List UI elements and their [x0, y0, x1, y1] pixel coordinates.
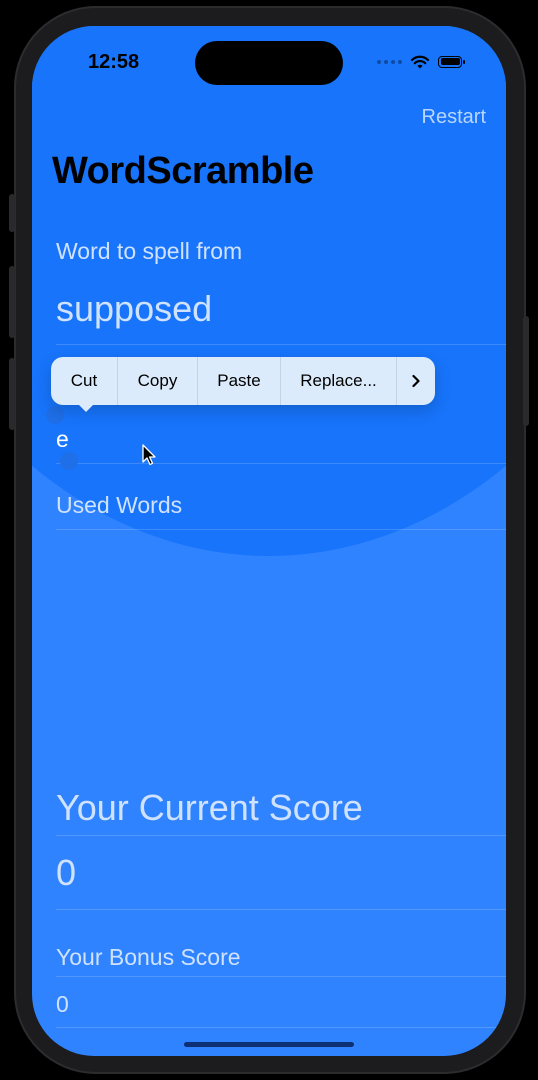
used-words-label: Used Words [56, 492, 183, 518]
divider [56, 835, 506, 836]
power-button [523, 316, 529, 426]
bonus-score-value: 0 [56, 991, 69, 1017]
current-score-value: 0 [56, 852, 77, 893]
home-indicator[interactable] [184, 1042, 354, 1047]
divider [56, 1027, 506, 1028]
more-menu-button[interactable] [397, 357, 435, 405]
volume-up-button [9, 266, 15, 338]
divider [56, 463, 506, 464]
mouse-pointer-icon [142, 444, 156, 466]
paste-menu-item[interactable]: Paste [198, 357, 281, 405]
cut-menu-item[interactable]: Cut [51, 357, 118, 405]
divider [56, 344, 506, 345]
selection-handle-end[interactable] [60, 452, 78, 470]
edit-menu-pointer [78, 404, 94, 412]
word-input-field[interactable]: e [56, 426, 69, 453]
battery-icon [438, 55, 465, 68]
bonus-score-label: Your Bonus Score [56, 944, 241, 970]
root-word-label: Word to spell from [56, 238, 243, 264]
edit-menu: Cut Copy Paste Replace... [51, 357, 435, 405]
dynamic-island [195, 41, 343, 85]
status-icons [377, 54, 465, 69]
replace-menu-item[interactable]: Replace... [281, 357, 397, 405]
selection-handle-start[interactable] [46, 406, 64, 424]
current-score-label: Your Current Score [56, 787, 363, 828]
wifi-icon [410, 55, 430, 69]
divider [56, 529, 506, 530]
volume-down-button [9, 358, 15, 430]
copy-menu-item[interactable]: Copy [118, 357, 198, 405]
screen: 12:58 Restart WordScramble Word to spell… [32, 26, 506, 1056]
page-title: WordScramble [52, 150, 314, 192]
action-button [9, 194, 15, 232]
divider [56, 909, 506, 910]
divider [56, 976, 506, 977]
root-word-value: supposed [56, 288, 213, 329]
signal-dots-icon [377, 59, 402, 64]
chevron-right-icon [412, 374, 420, 388]
restart-button[interactable]: Restart [422, 106, 486, 129]
status-time: 12:58 [88, 51, 140, 73]
